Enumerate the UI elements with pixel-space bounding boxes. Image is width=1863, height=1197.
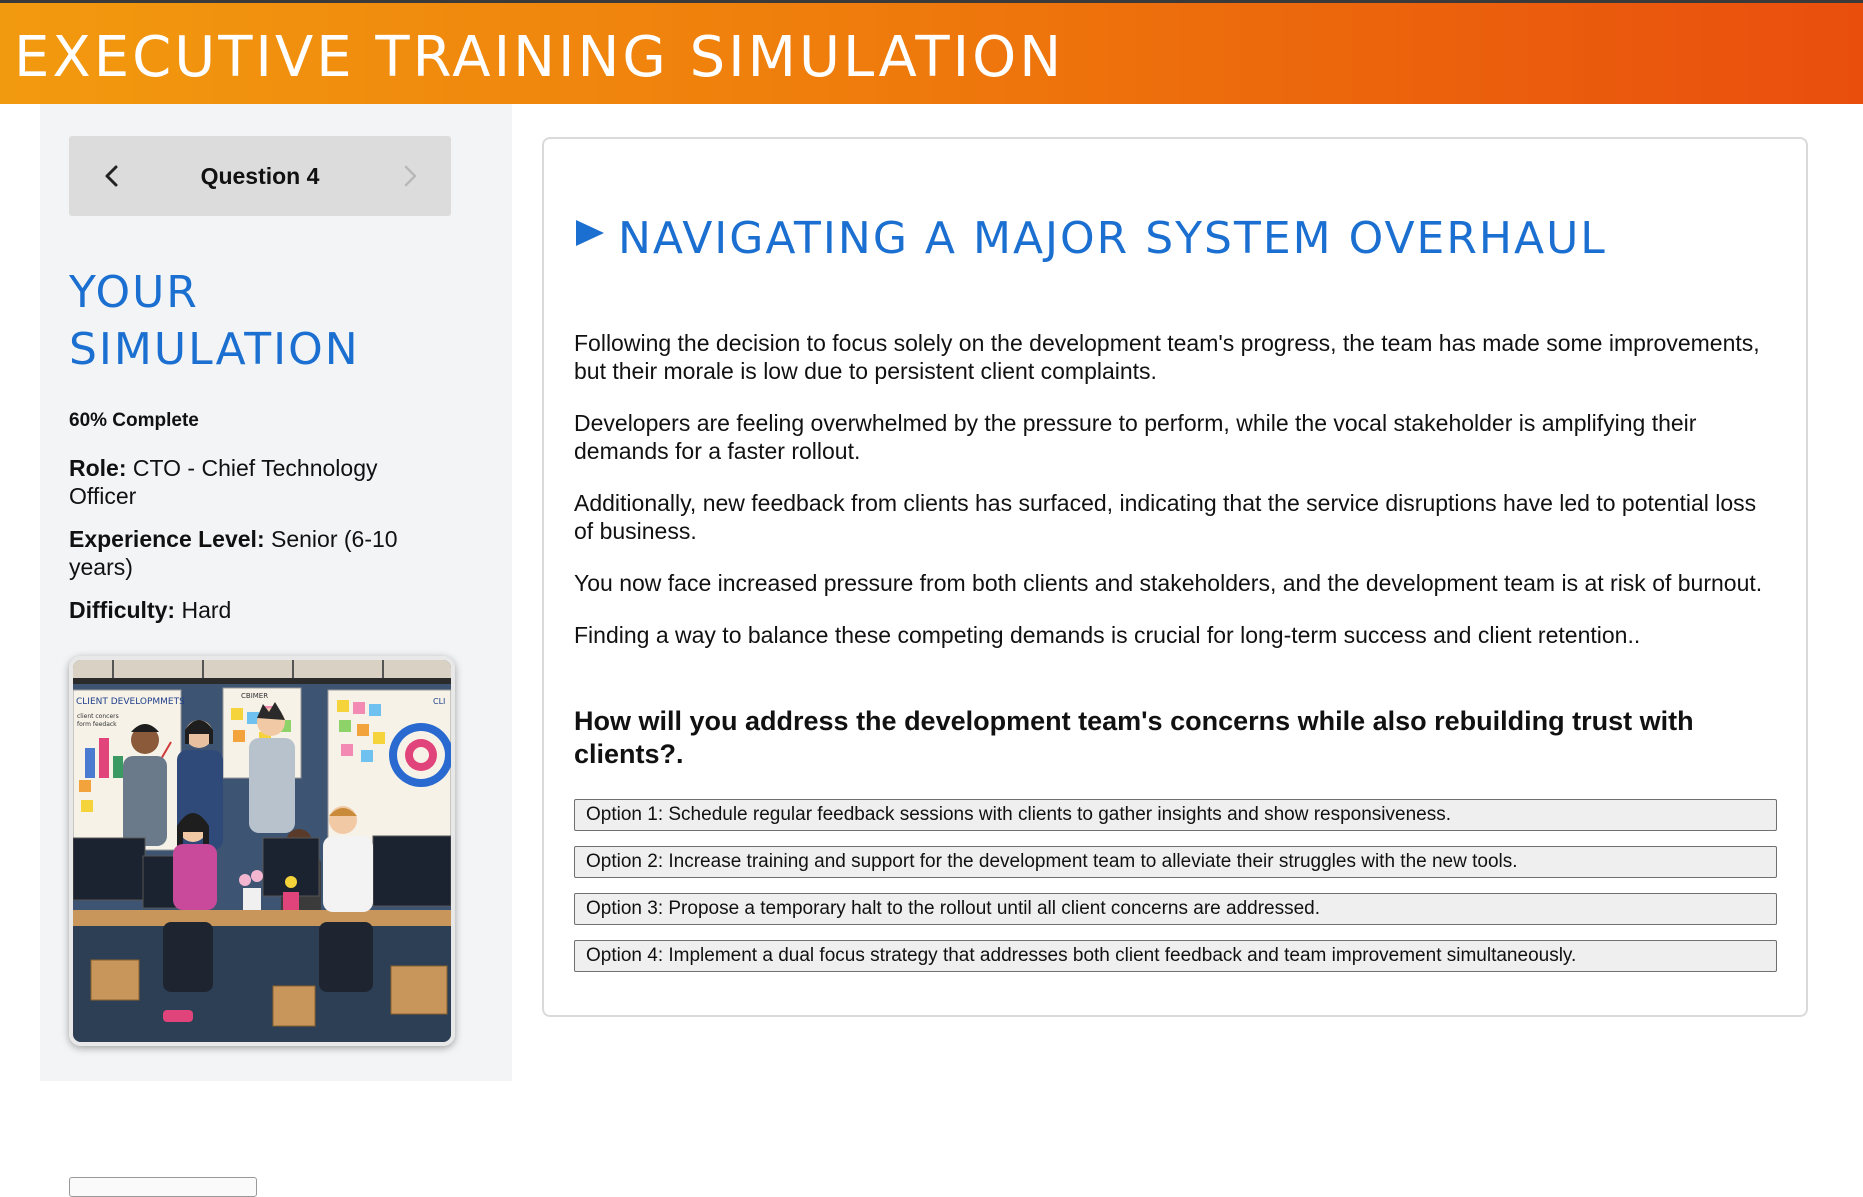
office-scene-image: CLIENT DEVELOPMMETS client concers form … [73,660,451,1042]
board-text-2: CBIMER [241,692,268,700]
simulation-heading-line1: YOUR [69,267,199,318]
scenario-paragraph: Additionally, new feedback from clients … [574,490,1757,544]
simulation-heading: YOUR SIMULATION [69,264,429,378]
scenario-card: NAVIGATING A MAJOR SYSTEM OVERHAUL Follo… [542,137,1808,1017]
app-title: EXECUTIVE TRAINING SIMULATION [14,25,1065,90]
board-text-1b: form feedack [77,721,117,728]
board-text-1: CLIENT DEVELOPMMETS [76,697,185,707]
next-question-button[interactable] [395,156,425,196]
scenario-title-text: NAVIGATING A MAJOR SYSTEM OVERHAUL [618,213,1607,264]
difficulty-value: Hard [175,597,232,623]
sidebar: Question 4 YOUR SIMULATION 60% Complete … [40,104,512,1197]
scenario-illustration: CLIENT DEVELOPMMETS client concers form … [69,656,455,1046]
option-4-button[interactable]: Option 4: Implement a dual focus strateg… [574,940,1777,972]
board-text-3: CLI [433,697,445,706]
question-text: How will you address the development tea… [574,706,1694,769]
experience-info: Experience Level: Senior (6-10 years) [69,525,449,581]
question-label: Question 4 [200,163,320,189]
role-info: Role: CTO - Chief Technology Officer [69,454,449,510]
chevron-right-icon [404,165,417,187]
scenario-paragraph: Following the decision to focus solely o… [574,330,1760,384]
progress-text: 60% Complete [69,410,199,431]
role-label: Role: [69,455,127,481]
difficulty-label: Difficulty: [69,597,176,623]
play-triangle-icon [574,217,606,258]
answer-options: Option 1: Schedule regular feedback sess… [574,799,1777,987]
scenario-paragraph: Developers are feeling overwhelmed by th… [574,410,1697,464]
option-1-button[interactable]: Option 1: Schedule regular feedback sess… [574,799,1777,831]
scenario-paragraph: You now face increased pressure from bot… [574,570,1763,596]
difficulty-info: Difficulty: Hard [69,596,449,624]
experience-label: Experience Level: [69,526,265,552]
app-header: EXECUTIVE TRAINING SIMULATION [0,3,1863,104]
sidebar-bottom-button[interactable] [69,1177,257,1197]
scenario-description: Following the decision to focus solely o… [574,329,1774,673]
board-text-1a: client concers [77,713,119,720]
scenario-paragraph: Finding a way to balance these competing… [574,622,1641,648]
simulation-heading-line2: SIMULATION [69,324,360,375]
question-navigator: Question 4 [69,136,451,216]
option-3-button[interactable]: Option 3: Propose a temporary halt to th… [574,893,1777,925]
scenario-title: NAVIGATING A MAJOR SYSTEM OVERHAUL [574,213,1607,264]
option-2-button[interactable]: Option 2: Increase training and support … [574,846,1777,878]
